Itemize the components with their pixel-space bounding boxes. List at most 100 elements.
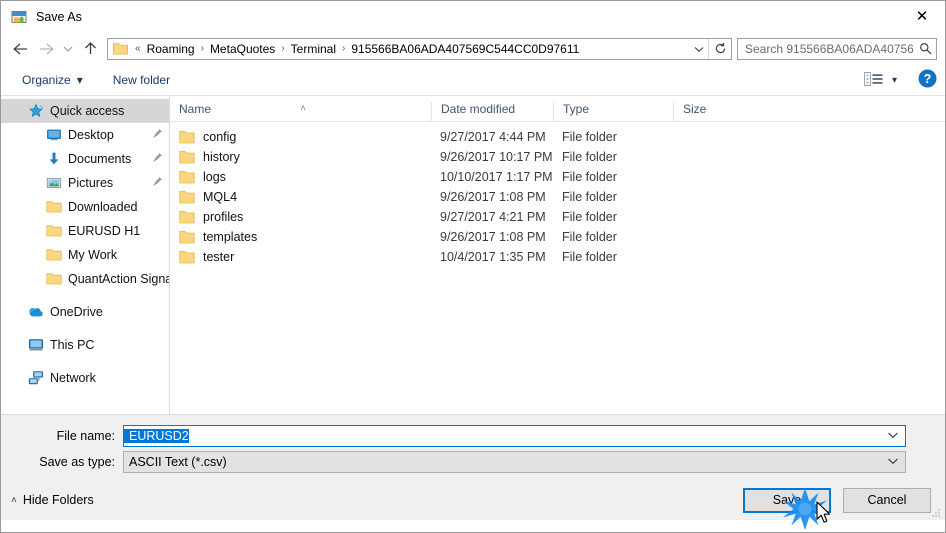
folder-icon (179, 190, 195, 204)
pin-icon[interactable] (152, 128, 163, 142)
up-button[interactable] (77, 36, 103, 62)
organize-button[interactable]: Organize ▾ (15, 70, 90, 90)
sidebar-item-label: Desktop (68, 128, 114, 142)
search-icon (914, 42, 936, 55)
pin-icon[interactable] (152, 152, 163, 166)
folder-icon (46, 223, 62, 239)
recent-locations-button[interactable] (59, 36, 77, 62)
file-name-cell: profiles (170, 210, 431, 224)
close-icon[interactable]: ✕ (899, 1, 945, 32)
file-type-cell: File folder (562, 130, 617, 144)
file-name-text: logs (203, 170, 226, 184)
forward-button[interactable] (33, 36, 59, 62)
address-dropdown-icon[interactable] (690, 44, 708, 54)
hide-folders-label: Hide Folders (22, 493, 94, 507)
table-row[interactable]: templates 9/26/2017 1:08 PM File folder (170, 227, 945, 247)
table-row[interactable]: tester 10/4/2017 1:35 PM File folder (170, 247, 945, 267)
new-folder-button[interactable]: New folder (106, 70, 177, 90)
breadcrumb-item-roaming[interactable]: Roaming (144, 41, 198, 57)
file-date-cell: 9/27/2017 4:44 PM (440, 130, 546, 144)
table-row[interactable]: MQL4 9/26/2017 1:08 PM File folder (170, 187, 945, 207)
resize-grip-icon[interactable] (930, 506, 942, 518)
file-rows: config 9/27/2017 4:44 PM File folder histor… (170, 122, 945, 267)
sidebar-item-downloaded[interactable]: Downloaded (1, 195, 169, 219)
folder-icon (179, 210, 195, 224)
breadcrumb-item-terminal[interactable]: Terminal (288, 41, 339, 57)
sidebar-item-this-pc[interactable]: This PC (1, 333, 169, 357)
folder-icon (179, 230, 195, 244)
sidebar-item-label: EURUSD H1 (68, 224, 141, 238)
sidebar-item-network[interactable]: Network (1, 366, 169, 390)
sidebar-item-desktop[interactable]: Desktop (1, 123, 169, 147)
folder-icon (179, 150, 195, 164)
view-options-icon (863, 71, 883, 89)
back-button[interactable] (7, 36, 33, 62)
save-as-type-select[interactable]: ASCII Text (*.csv) (123, 451, 906, 473)
save-as-type-row: Save as type: ASCII Text (*.csv) (1, 451, 945, 473)
pin-icon[interactable] (152, 176, 163, 190)
sort-ascending-icon: ˄ (300, 103, 306, 113)
breadcrumb-separator[interactable]: › (278, 43, 287, 54)
help-button[interactable]: ? (918, 69, 937, 91)
help-icon: ? (918, 69, 937, 88)
breadcrumb-separator[interactable]: › (339, 43, 348, 54)
navigation-sidebar: Quick access Desktop Documents Pictures Down… (1, 96, 170, 414)
chevron-down-icon[interactable] (887, 431, 899, 442)
save-as-type-value: ASCII Text (*.csv) (129, 455, 227, 469)
file-name-row: File name: EURUSD2 (1, 425, 945, 447)
sidebar-item-pictures[interactable]: Pictures (1, 171, 169, 195)
breadcrumb: Roaming › MetaQuotes › Terminal › 915566… (144, 41, 690, 57)
column-label: Name (179, 102, 212, 116)
folder-icon (46, 199, 62, 215)
file-name-input[interactable]: EURUSD2 (123, 425, 906, 447)
refresh-icon[interactable] (708, 38, 731, 59)
breadcrumb-item-guid[interactable]: 915566BA06ADA407569C544CC0D97611 (348, 41, 582, 57)
sidebar-item-onedrive[interactable]: OneDrive (1, 300, 169, 324)
save-as-type-label: Save as type: (39, 455, 115, 469)
sidebar-item-quantaction-signal[interactable]: QuantAction Signal (1, 267, 169, 291)
column-header-name[interactable]: Name ˄ (170, 102, 431, 121)
sidebar-item-label: This PC (50, 338, 95, 352)
file-name-text: MQL4 (203, 190, 238, 204)
sidebar-item-label: Network (50, 371, 96, 385)
breadcrumb-overflow[interactable]: « (132, 43, 144, 54)
file-name-text: config (203, 130, 237, 144)
file-list-panel: Name ˄ Date modified Type Size config 9/2… (170, 96, 945, 414)
desktop-icon (46, 127, 62, 143)
title-bar: Save As ✕ (1, 1, 945, 32)
table-row[interactable]: history 9/26/2017 10:17 PM File folder (170, 147, 945, 167)
sidebar-item-quick-access[interactable]: Quick access (1, 99, 169, 123)
table-row[interactable]: config 9/27/2017 4:44 PM File folder (170, 127, 945, 147)
documents-download-icon (46, 151, 62, 167)
breadcrumb-separator[interactable]: › (198, 43, 207, 54)
sidebar-item-label: Downloaded (68, 200, 138, 214)
sidebar-item-label: Quick access (50, 104, 125, 118)
file-name-text: history (203, 150, 240, 164)
table-row[interactable]: profiles 9/27/2017 4:21 PM File folder (170, 207, 945, 227)
column-header-date-modified[interactable]: Date modified (431, 102, 553, 121)
file-date-cell: 9/26/2017 10:17 PM (440, 150, 553, 164)
file-type-cell: File folder (562, 190, 617, 204)
file-type-cell: File folder (562, 150, 617, 164)
view-options-button[interactable]: ▾ (859, 69, 902, 92)
column-header-type[interactable]: Type (553, 102, 673, 121)
chevron-down-icon[interactable] (887, 457, 899, 468)
file-date-cell: 10/4/2017 1:35 PM (440, 250, 546, 264)
save-button[interactable]: Save (743, 487, 831, 513)
file-date-cell: 9/26/2017 1:08 PM (440, 190, 546, 204)
breadcrumb-item-metaquotes[interactable]: MetaQuotes (207, 41, 278, 57)
hide-folders-button[interactable]: ˄ Hide Folders (11, 493, 94, 507)
sidebar-item-eurusd-h1[interactable]: EURUSD H1 (1, 219, 169, 243)
chevron-down-icon: ▾ (891, 74, 897, 86)
search-input[interactable]: Search 915566BA06ADA40756... (737, 37, 937, 60)
footer-buttons: Save Cancel (743, 487, 931, 513)
command-toolbar: Organize ▾ New folder ▾ ? (1, 65, 945, 96)
sidebar-item-documents[interactable]: Documents (1, 147, 169, 171)
cancel-button[interactable]: Cancel (843, 487, 931, 513)
folder-icon (46, 247, 62, 263)
file-name-label: File name: (56, 429, 115, 443)
sidebar-item-my-work[interactable]: My Work (1, 243, 169, 267)
column-header-size[interactable]: Size (673, 102, 753, 121)
table-row[interactable]: logs 10/10/2017 1:17 PM File folder (170, 167, 945, 187)
address-bar[interactable]: « Roaming › MetaQuotes › Terminal › 9155… (107, 37, 732, 60)
